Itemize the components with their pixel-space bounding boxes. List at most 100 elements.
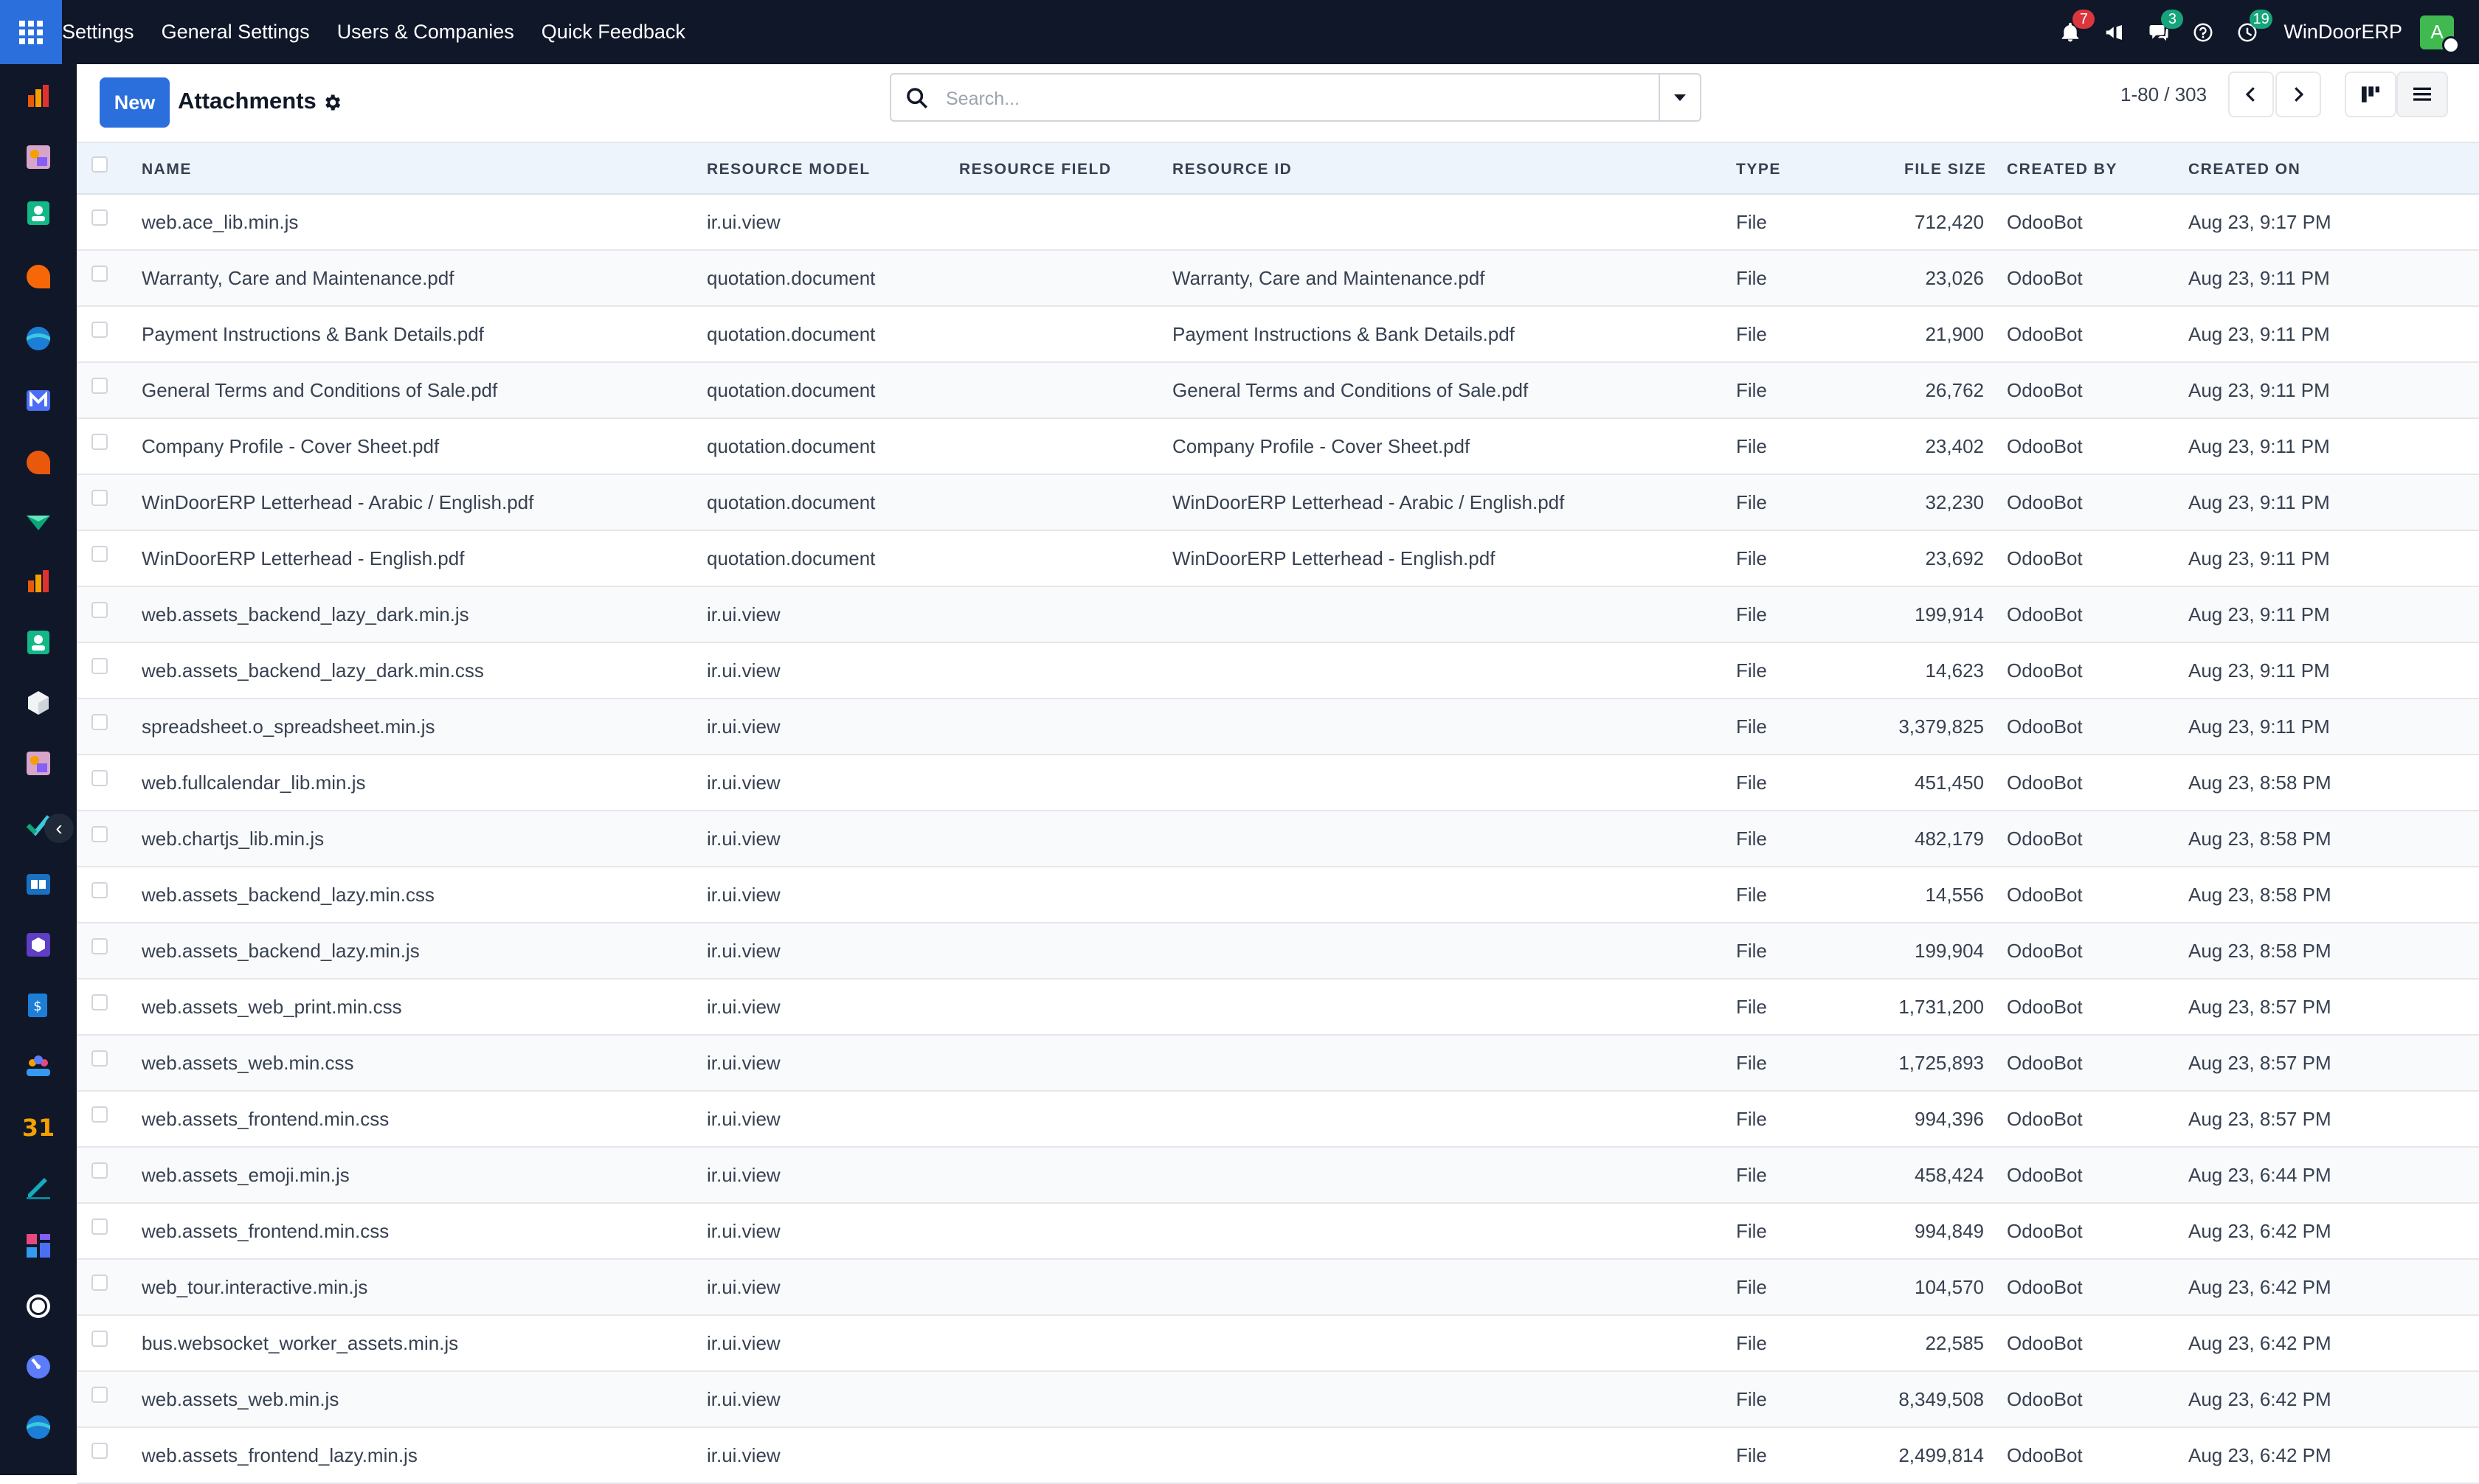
table-row[interactable]: spreadsheet.o_spreadsheet.min.js ir.ui.vi… bbox=[77, 699, 2479, 755]
table-row[interactable]: web.assets_web_print.min.css ir.ui.view Fi… bbox=[77, 979, 2479, 1036]
table-row[interactable]: web.assets_web.min.js ir.ui.view File 8,349… bbox=[77, 1372, 2479, 1428]
row-checkbox[interactable] bbox=[91, 714, 108, 730]
table-row[interactable]: Warranty, Care and Maintenance.pdf quotat… bbox=[77, 251, 2479, 307]
messages-button[interactable]: 3 bbox=[2146, 9, 2184, 45]
row-checkbox[interactable] bbox=[91, 490, 108, 506]
help-button[interactable] bbox=[2191, 20, 2216, 45]
table-row[interactable]: web.ace_lib.min.js ir.ui.view File 712,420 O… bbox=[77, 195, 2479, 251]
reporting-app-icon[interactable] bbox=[24, 567, 53, 597]
table-row[interactable]: bus.websocket_worker_assets.min.js ir.ui.… bbox=[77, 1316, 2479, 1372]
column-header-created-on[interactable]: CREATED ON bbox=[2188, 161, 2300, 178]
row-checkbox[interactable] bbox=[91, 1050, 108, 1067]
activities-button[interactable]: 19 bbox=[2235, 9, 2272, 45]
row-checkbox[interactable] bbox=[91, 1162, 108, 1179]
table-row[interactable]: web.assets_backend_lazy_dark.min.css ir.u… bbox=[77, 643, 2479, 699]
table-row[interactable]: web.assets_frontend_lazy.min.js ir.ui.vie… bbox=[77, 1428, 2479, 1484]
row-checkbox[interactable] bbox=[91, 1275, 108, 1291]
odoo-app-icon[interactable] bbox=[24, 1412, 53, 1442]
row-checkbox[interactable] bbox=[91, 434, 108, 450]
notifications-button[interactable]: 7 bbox=[2058, 9, 2095, 45]
menu-users-companies[interactable]: Users & Companies bbox=[337, 21, 514, 44]
row-checkbox[interactable] bbox=[91, 322, 108, 338]
employees-app-icon[interactable] bbox=[24, 628, 53, 657]
table-row[interactable]: web.assets_backend_lazy.min.css ir.ui.vie… bbox=[77, 867, 2479, 923]
row-checkbox[interactable] bbox=[91, 826, 108, 842]
column-header-resource-field[interactable]: RESOURCE FIELD bbox=[959, 161, 1112, 178]
timesheet-app-icon[interactable] bbox=[24, 1352, 53, 1381]
table-row[interactable]: web_tour.interactive.min.js ir.ui.view Fil… bbox=[77, 1260, 2479, 1316]
table-row[interactable]: web.assets_frontend.min.css ir.ui.view Fil… bbox=[77, 1092, 2479, 1148]
invoicing-app-icon[interactable]: $ bbox=[24, 991, 53, 1020]
search-options-toggle[interactable] bbox=[1659, 74, 1700, 120]
table-row[interactable]: web.chartjs_lib.min.js ir.ui.view File 482,… bbox=[77, 811, 2479, 867]
pager-previous-button[interactable] bbox=[2228, 72, 2274, 117]
table-row[interactable]: web.assets_backend_lazy_dark.min.js ir.ui… bbox=[77, 587, 2479, 643]
row-checkbox[interactable] bbox=[91, 1218, 108, 1235]
column-header-file-size[interactable]: FILE SIZE bbox=[1904, 161, 1987, 178]
table-row[interactable]: web.assets_web.min.css ir.ui.view File 1,72… bbox=[77, 1036, 2479, 1092]
table-row[interactable]: Company Profile - Cover Sheet.pdf quotati… bbox=[77, 419, 2479, 475]
products-app-icon[interactable] bbox=[24, 930, 53, 960]
chat-app-icon[interactable] bbox=[24, 448, 53, 477]
menu-quick-feedback[interactable]: Quick Feedback bbox=[542, 21, 685, 44]
kanban-view-button[interactable] bbox=[2345, 72, 2396, 117]
column-header-type[interactable]: TYPE bbox=[1736, 161, 1781, 178]
row-checkbox[interactable] bbox=[91, 658, 108, 674]
table-row[interactable]: web.assets_backend_lazy.min.js ir.ui.view… bbox=[77, 923, 2479, 979]
column-header-name[interactable]: NAME bbox=[142, 161, 192, 178]
column-header-resource-id[interactable]: RESOURCE ID bbox=[1172, 161, 1292, 178]
calendar-app-icon[interactable]: 31 bbox=[24, 1112, 53, 1141]
table-row[interactable]: web.fullcalendar_lib.min.js ir.ui.view Fil… bbox=[77, 755, 2479, 811]
sidebar-collapse-button[interactable]: ‹ bbox=[44, 814, 74, 843]
knowledge-app-icon[interactable] bbox=[24, 870, 53, 899]
company-switcher[interactable]: WinDoorERP bbox=[2283, 21, 2402, 44]
pager-next-button[interactable] bbox=[2275, 72, 2321, 117]
whatsapp-app-icon[interactable] bbox=[24, 1291, 53, 1321]
user-avatar[interactable]: A bbox=[2420, 15, 2460, 54]
row-checkbox[interactable] bbox=[91, 546, 108, 562]
table-row[interactable]: web.assets_emoji.min.js ir.ui.view File 458… bbox=[77, 1148, 2479, 1204]
table-row[interactable]: WinDoorERP Letterhead - Arabic / English… bbox=[77, 475, 2479, 531]
column-header-created-by[interactable]: CREATED BY bbox=[2007, 161, 2117, 178]
select-all-checkbox[interactable] bbox=[91, 156, 108, 173]
dashboard-app-icon[interactable] bbox=[24, 82, 53, 111]
sign-app-icon[interactable] bbox=[24, 1172, 53, 1202]
table-row[interactable]: General Terms and Conditions of Sale.pdf… bbox=[77, 363, 2479, 419]
dashboards-app-icon[interactable] bbox=[24, 1231, 53, 1261]
gear-icon[interactable] bbox=[322, 92, 342, 113]
row-checkbox[interactable] bbox=[91, 994, 108, 1010]
menu-settings[interactable]: Settings bbox=[62, 21, 134, 44]
row-checkbox[interactable] bbox=[91, 1331, 108, 1347]
row-checkbox[interactable] bbox=[91, 770, 108, 786]
email-marketing-app-icon[interactable] bbox=[24, 386, 53, 415]
chevron-left-icon bbox=[2245, 87, 2255, 102]
row-checkbox[interactable] bbox=[91, 378, 108, 394]
column-header-resource-model[interactable]: RESOURCE MODEL bbox=[707, 161, 871, 178]
table-row[interactable]: Payment Instructions & Bank Details.pdf q… bbox=[77, 307, 2479, 363]
table-row[interactable]: WinDoorERP Letterhead - English.pdf quota… bbox=[77, 531, 2479, 587]
search-input[interactable] bbox=[944, 85, 1597, 113]
contacts-app-icon[interactable] bbox=[24, 198, 53, 228]
row-checkbox[interactable] bbox=[91, 938, 108, 954]
menu-general-settings[interactable]: General Settings bbox=[162, 21, 310, 44]
new-button[interactable]: New bbox=[100, 77, 170, 128]
row-checkbox[interactable] bbox=[91, 602, 108, 618]
crm-app-icon[interactable] bbox=[24, 507, 53, 536]
row-checkbox[interactable] bbox=[91, 1443, 108, 1459]
table-row[interactable]: web.assets_frontend.min.css ir.ui.view Fil… bbox=[77, 1204, 2479, 1260]
studio-app-icon[interactable] bbox=[24, 142, 53, 172]
row-checkbox[interactable] bbox=[91, 209, 108, 226]
app-menu-button[interactable] bbox=[0, 0, 62, 64]
row-checkbox[interactable] bbox=[91, 266, 108, 282]
row-checkbox[interactable] bbox=[91, 1106, 108, 1123]
odoo-app-icon[interactable] bbox=[24, 324, 53, 353]
row-checkbox[interactable] bbox=[91, 882, 108, 898]
row-checkbox[interactable] bbox=[91, 1387, 108, 1403]
studio-app-icon[interactable] bbox=[24, 749, 53, 778]
team-app-icon[interactable] bbox=[24, 1051, 53, 1081]
announcements-button[interactable] bbox=[2102, 20, 2127, 45]
list-view-button[interactable] bbox=[2396, 72, 2448, 117]
pager-value[interactable]: 1-80 / 303 bbox=[2120, 83, 2207, 106]
inventory-app-icon[interactable] bbox=[24, 688, 53, 718]
discuss-app-icon[interactable] bbox=[24, 262, 53, 291]
